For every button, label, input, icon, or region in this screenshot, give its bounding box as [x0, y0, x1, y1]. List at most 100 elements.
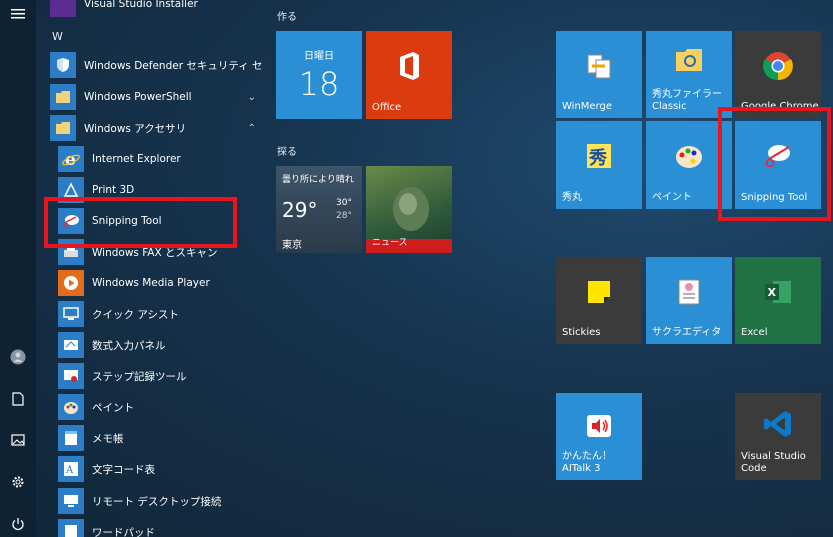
app-label: ワードパッド	[92, 526, 155, 537]
weather-low: 28°	[336, 211, 352, 221]
tile-vscode[interactable]: Visual Studio Code	[735, 393, 821, 480]
app-item-remote-desktop[interactable]: リモート デスクトップ接続	[58, 486, 264, 516]
folder-icon	[50, 115, 76, 141]
tile-news[interactable]: ニュース	[366, 166, 452, 253]
hamburger-menu-icon[interactable]	[0, 2, 36, 26]
tile-calendar[interactable]: 日曜日 18	[276, 31, 362, 119]
settings-gear-icon[interactable]	[0, 470, 36, 494]
visual-studio-installer-icon	[50, 0, 76, 17]
group-title-create[interactable]: 作る	[277, 8, 297, 23]
app-label: ペイント	[92, 401, 134, 414]
folder-icon	[50, 84, 76, 110]
aitalk-icon	[585, 413, 613, 443]
app-item-windows-media-player[interactable]: Windows Media Player	[58, 268, 264, 298]
hidemaru-icon: 秀	[585, 142, 613, 174]
news-photo-icon	[388, 184, 434, 238]
vscode-icon	[763, 409, 793, 443]
app-item-quick-assist[interactable]: クイック アシスト	[58, 299, 264, 329]
weather-temp: 29°	[282, 198, 318, 222]
left-rail	[0, 0, 36, 537]
tile-label: Office	[372, 102, 402, 113]
app-item-windows-defender[interactable]: Windows Defender セキュリティ センター	[50, 50, 264, 80]
highlight-box-tile	[718, 107, 831, 221]
app-item-internet-explorer[interactable]: e Internet Explorer	[58, 144, 264, 174]
pictures-icon[interactable]	[0, 428, 36, 452]
tile-label: Excel	[741, 327, 768, 338]
notepad-icon	[58, 425, 84, 451]
tile-label: ニュース	[372, 238, 408, 248]
paint-icon	[58, 394, 84, 420]
sakura-editor-icon	[677, 278, 701, 310]
calendar-date: 18	[298, 65, 340, 103]
app-label: Internet Explorer	[92, 153, 181, 165]
app-label: Print 3D	[92, 184, 135, 196]
app-label: Windows PowerShell	[84, 91, 192, 103]
tile-label: Stickies	[562, 327, 601, 338]
app-item-paint[interactable]: ペイント	[58, 392, 264, 422]
tile-sakura-editor[interactable]: サクラエディタ	[646, 257, 732, 344]
documents-icon[interactable]	[0, 387, 36, 411]
tile-stickies[interactable]: Stickies	[556, 257, 642, 344]
svg-text:秀: 秀	[588, 148, 607, 169]
internet-explorer-icon: e	[58, 146, 84, 172]
office-icon	[396, 51, 422, 85]
app-label: Windows Defender セキュリティ センター	[84, 59, 264, 72]
remote-desktop-icon	[58, 488, 84, 514]
highlight-box-list	[44, 197, 237, 248]
svg-text:A: A	[65, 465, 74, 476]
tile-excel[interactable]: X Excel	[735, 257, 821, 344]
winmerge-icon	[585, 52, 613, 84]
steps-recorder-icon	[58, 363, 84, 389]
app-item-windows-accessories[interactable]: Windows アクセサリ ⌃	[50, 113, 262, 143]
excel-icon: X	[763, 279, 793, 309]
paint-palette-icon	[674, 143, 704, 173]
tile-label: Visual Studio Code	[741, 451, 806, 474]
tile-hidemaru[interactable]: 秀 秀丸	[556, 121, 642, 209]
tile-label: サクラエディタ	[652, 327, 722, 338]
app-label: Visual Studio Installer	[84, 0, 198, 10]
power-icon[interactable]	[0, 512, 36, 536]
app-item-notepad[interactable]: メモ帳	[58, 423, 264, 453]
app-item-visual-studio-installer[interactable]: Visual Studio Installer	[50, 0, 262, 19]
math-input-icon	[58, 332, 84, 358]
stickies-icon	[586, 279, 612, 309]
app-list: Visual Studio Installer W Windows Defend…	[42, 0, 264, 537]
tile-hidemaru-filer[interactable]: 秀丸ファイラー Classic	[646, 31, 732, 118]
hidemaru-filer-icon	[675, 48, 703, 76]
tile-label: 秀丸	[562, 192, 582, 203]
app-item-wordpad[interactable]: ワードパッド	[58, 517, 264, 537]
app-label: Windows アクセサリ	[84, 122, 187, 135]
app-item-math-input-panel[interactable]: 数式入力パネル	[58, 330, 264, 360]
group-title-explore[interactable]: 探る	[277, 143, 297, 158]
tile-label: WinMerge	[562, 101, 612, 112]
tile-aitalk[interactable]: かんたん！ AITalk 3	[556, 393, 642, 480]
app-item-steps-recorder[interactable]: ステップ記録ツール	[58, 361, 264, 391]
media-player-icon	[58, 270, 84, 296]
user-avatar-icon[interactable]	[0, 345, 36, 369]
weather-condition: 曇り所により晴れ	[282, 175, 354, 185]
svg-text:X: X	[768, 286, 777, 299]
app-label: 数式入力パネル	[92, 339, 166, 352]
chevron-down-icon[interactable]: ⌄	[248, 92, 256, 103]
character-map-icon: A	[58, 456, 84, 482]
shield-icon	[50, 52, 76, 78]
tile-label: ペイント	[652, 192, 692, 203]
calendar-day: 日曜日	[304, 51, 334, 62]
app-label: Windows Media Player	[92, 277, 210, 289]
quick-assist-icon	[58, 301, 84, 327]
app-item-windows-powershell[interactable]: Windows PowerShell ⌄	[50, 82, 262, 112]
app-label: ステップ記録ツール	[92, 370, 187, 383]
app-label: リモート デスクトップ接続	[92, 495, 222, 508]
tile-google-chrome[interactable]: Google Chrome	[735, 31, 821, 118]
tile-label: かんたん！ AITalk 3	[562, 451, 612, 474]
weather-city: 東京	[282, 240, 302, 251]
chevron-up-icon[interactable]: ⌃	[248, 123, 256, 134]
app-label: クイック アシスト	[92, 308, 179, 321]
tile-weather[interactable]: 曇り所により晴れ 29° 30° 28° 東京	[276, 166, 362, 253]
wordpad-icon	[58, 519, 84, 537]
tile-office[interactable]: Office	[366, 31, 452, 119]
app-item-character-map[interactable]: A 文字コード表	[58, 454, 264, 484]
chrome-icon	[763, 51, 793, 85]
letter-header-w[interactable]: W	[52, 30, 63, 43]
tile-winmerge[interactable]: WinMerge	[556, 31, 642, 118]
